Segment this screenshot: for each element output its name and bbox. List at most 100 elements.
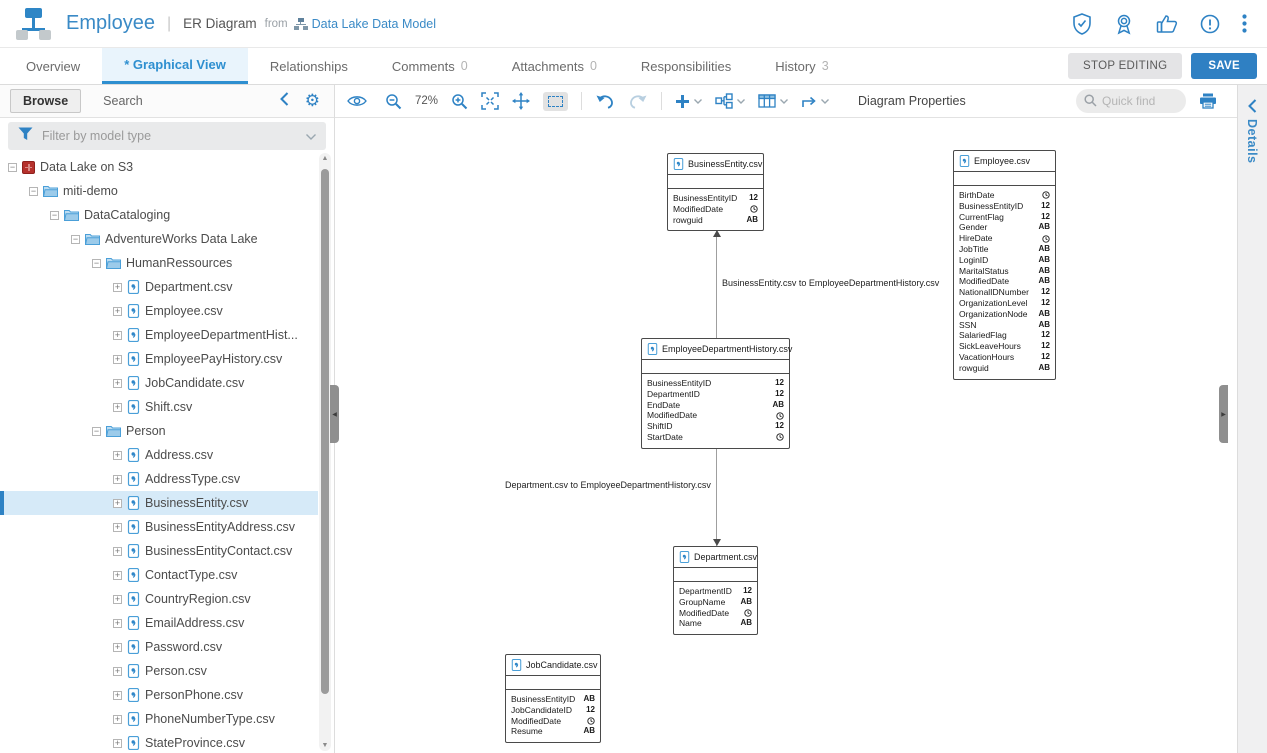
expand-toggle[interactable]: + [113,547,122,556]
tree-item-personphone-csv[interactable]: +PersonPhone.csv [0,683,318,707]
expand-toggle[interactable]: + [113,307,122,316]
tab-attachments[interactable]: Attachments0 [490,48,619,84]
tab-overview[interactable]: Overview [4,48,102,84]
shield-check-icon[interactable] [1072,13,1092,35]
print-icon[interactable] [1199,93,1217,109]
tree-item-stateprovince-csv[interactable]: +StateProvince.csv [0,731,318,753]
collapse-toggle[interactable]: − [92,259,101,268]
expand-toggle[interactable]: + [113,739,122,748]
tree-item-employee-csv[interactable]: +Employee.csv [0,299,318,323]
tab-comments[interactable]: Comments0 [370,48,490,84]
tree-item-businessentitycontact-csv[interactable]: +BusinessEntityContact.csv [0,539,318,563]
table-display-dropdown[interactable] [758,94,788,108]
auto-layout-dropdown[interactable] [715,93,745,109]
relationship-edge[interactable] [716,444,717,546]
expand-toggle[interactable]: + [113,667,122,676]
more-menu-icon[interactable] [1242,14,1247,33]
tree-item-department-csv[interactable]: +Department.csv [0,275,318,299]
expand-toggle[interactable]: + [113,691,122,700]
tree-item-adventureworks-data-lake[interactable]: −AdventureWorks Data Lake [0,227,318,251]
tree-item-miti-demo[interactable]: −miti-demo [0,179,318,203]
stop-editing-button[interactable]: STOP EDITING [1068,53,1182,79]
expand-toggle[interactable]: + [113,451,122,460]
model-link[interactable]: Data Lake Data Model [312,17,436,31]
tree-item-employeepayhistory-csv[interactable]: +EmployeePayHistory.csv [0,347,318,371]
settings-gear-icon[interactable]: ⚙ [305,93,320,110]
tree-item-phonenumbertype-csv[interactable]: +PhoneNumberType.csv [0,707,318,731]
collapse-toggle[interactable]: − [50,211,59,220]
tree-scrollbar[interactable]: ▲ ▼ [319,153,331,751]
collapse-right-handle[interactable]: ▶ [1219,385,1228,443]
scroll-down-arrow[interactable]: ▼ [319,742,331,749]
tab-responsibilities[interactable]: Responsibilities [619,48,753,84]
expand-toggle[interactable]: + [113,403,122,412]
entity-jobcandidate-csv[interactable]: JobCandidate.csvBusinessEntityIDABJobCan… [505,654,601,743]
expand-toggle[interactable]: + [113,379,122,388]
pan-move-icon[interactable] [512,92,530,110]
expand-toggle[interactable]: + [113,715,122,724]
tree-item-jobcandidate-csv[interactable]: +JobCandidate.csv [0,371,318,395]
tab-history[interactable]: History3 [753,48,850,84]
filter-by-model-type-dropdown[interactable]: Filter by model type [8,122,326,150]
tree-item-employeedepartmenthist[interactable]: +EmployeeDepartmentHist... [0,323,318,347]
expand-toggle[interactable]: + [113,643,122,652]
expand-toggle[interactable]: + [113,499,122,508]
zoom-out-icon[interactable] [385,93,402,110]
tab-graphical-view[interactable]: * Graphical View [102,48,248,84]
connector-style-dropdown[interactable] [801,93,829,109]
tree-item-countryregion-csv[interactable]: +CountryRegion.csv [0,587,318,611]
tree-item-businessentity-csv[interactable]: +BusinessEntity.csv [0,491,318,515]
tree-item-datacataloging[interactable]: −DataCataloging [0,203,318,227]
entity-employeedepartmenthistory-csv[interactable]: EmployeeDepartmentHistory.csvBusinessEnt… [641,338,790,449]
entity-businessentity-csv[interactable]: BusinessEntity.csvBusinessEntityID12Modi… [667,153,764,231]
tree-item-businessentityaddress-csv[interactable]: +BusinessEntityAddress.csv [0,515,318,539]
collapse-panel-icon[interactable] [280,92,289,111]
tree-item-person-csv[interactable]: +Person.csv [0,659,318,683]
add-node-dropdown[interactable] [675,94,702,109]
expand-toggle[interactable]: + [113,619,122,628]
expand-toggle[interactable]: + [113,283,122,292]
tree-item-password-csv[interactable]: +Password.csv [0,635,318,659]
collapse-left-handle[interactable]: ◀ [330,385,339,443]
tree-item-contacttype-csv[interactable]: +ContactType.csv [0,563,318,587]
tree-item-shift-csv[interactable]: +Shift.csv [0,395,318,419]
alert-circle-icon[interactable] [1200,14,1220,34]
expand-toggle[interactable]: + [113,355,122,364]
diagram-canvas[interactable]: BusinessEntity.csv to EmployeeDepartment… [335,118,1237,753]
collapse-toggle[interactable]: − [8,163,17,172]
tree-item-person[interactable]: −Person [0,419,318,443]
visibility-eye-icon[interactable] [347,94,367,108]
save-button[interactable]: SAVE [1191,53,1257,79]
browse-tab[interactable]: Browse [10,89,81,113]
fit-to-screen-icon[interactable] [481,92,499,110]
expand-toggle[interactable]: + [113,475,122,484]
certification-badge-icon[interactable] [1114,13,1134,35]
tree-item-address-csv[interactable]: +Address.csv [0,443,318,467]
collapse-toggle[interactable]: − [29,187,38,196]
details-panel-tab[interactable]: Details [1237,85,1267,753]
expand-toggle[interactable]: + [113,331,122,340]
expand-toggle[interactable]: + [113,595,122,604]
tree-item-data-lake-on-s3[interactable]: −Data Lake on S3 [0,155,318,179]
thumbs-up-icon[interactable] [1156,14,1178,34]
tree-item-addresstype-csv[interactable]: +AddressType.csv [0,467,318,491]
diagram-properties-button[interactable]: Diagram Properties [858,94,966,108]
undo-icon[interactable] [595,94,615,109]
scrollbar-thumb[interactable] [321,169,329,694]
expand-details-icon[interactable] [1248,99,1257,118]
collapse-toggle[interactable]: − [92,427,101,436]
collapse-toggle[interactable]: − [71,235,80,244]
expand-toggle[interactable]: + [113,523,122,532]
tree-item-humanressources[interactable]: −HumanRessources [0,251,318,275]
scroll-up-arrow[interactable]: ▲ [319,155,331,162]
entity-employee-csv[interactable]: Employee.csvBirthDateBusinessEntityID12C… [953,150,1056,380]
marquee-select-icon[interactable] [543,92,568,111]
tab-relationships[interactable]: Relationships [248,48,370,84]
search-tab[interactable]: Search [103,94,143,108]
expand-toggle[interactable]: + [113,571,122,580]
redo-icon[interactable] [628,94,648,109]
zoom-in-icon[interactable] [451,93,468,110]
relationship-edge[interactable] [716,230,717,338]
entity-department-csv[interactable]: Department.csvDepartmentID12GroupNameABM… [673,546,758,635]
tree-item-emailaddress-csv[interactable]: +EmailAddress.csv [0,611,318,635]
